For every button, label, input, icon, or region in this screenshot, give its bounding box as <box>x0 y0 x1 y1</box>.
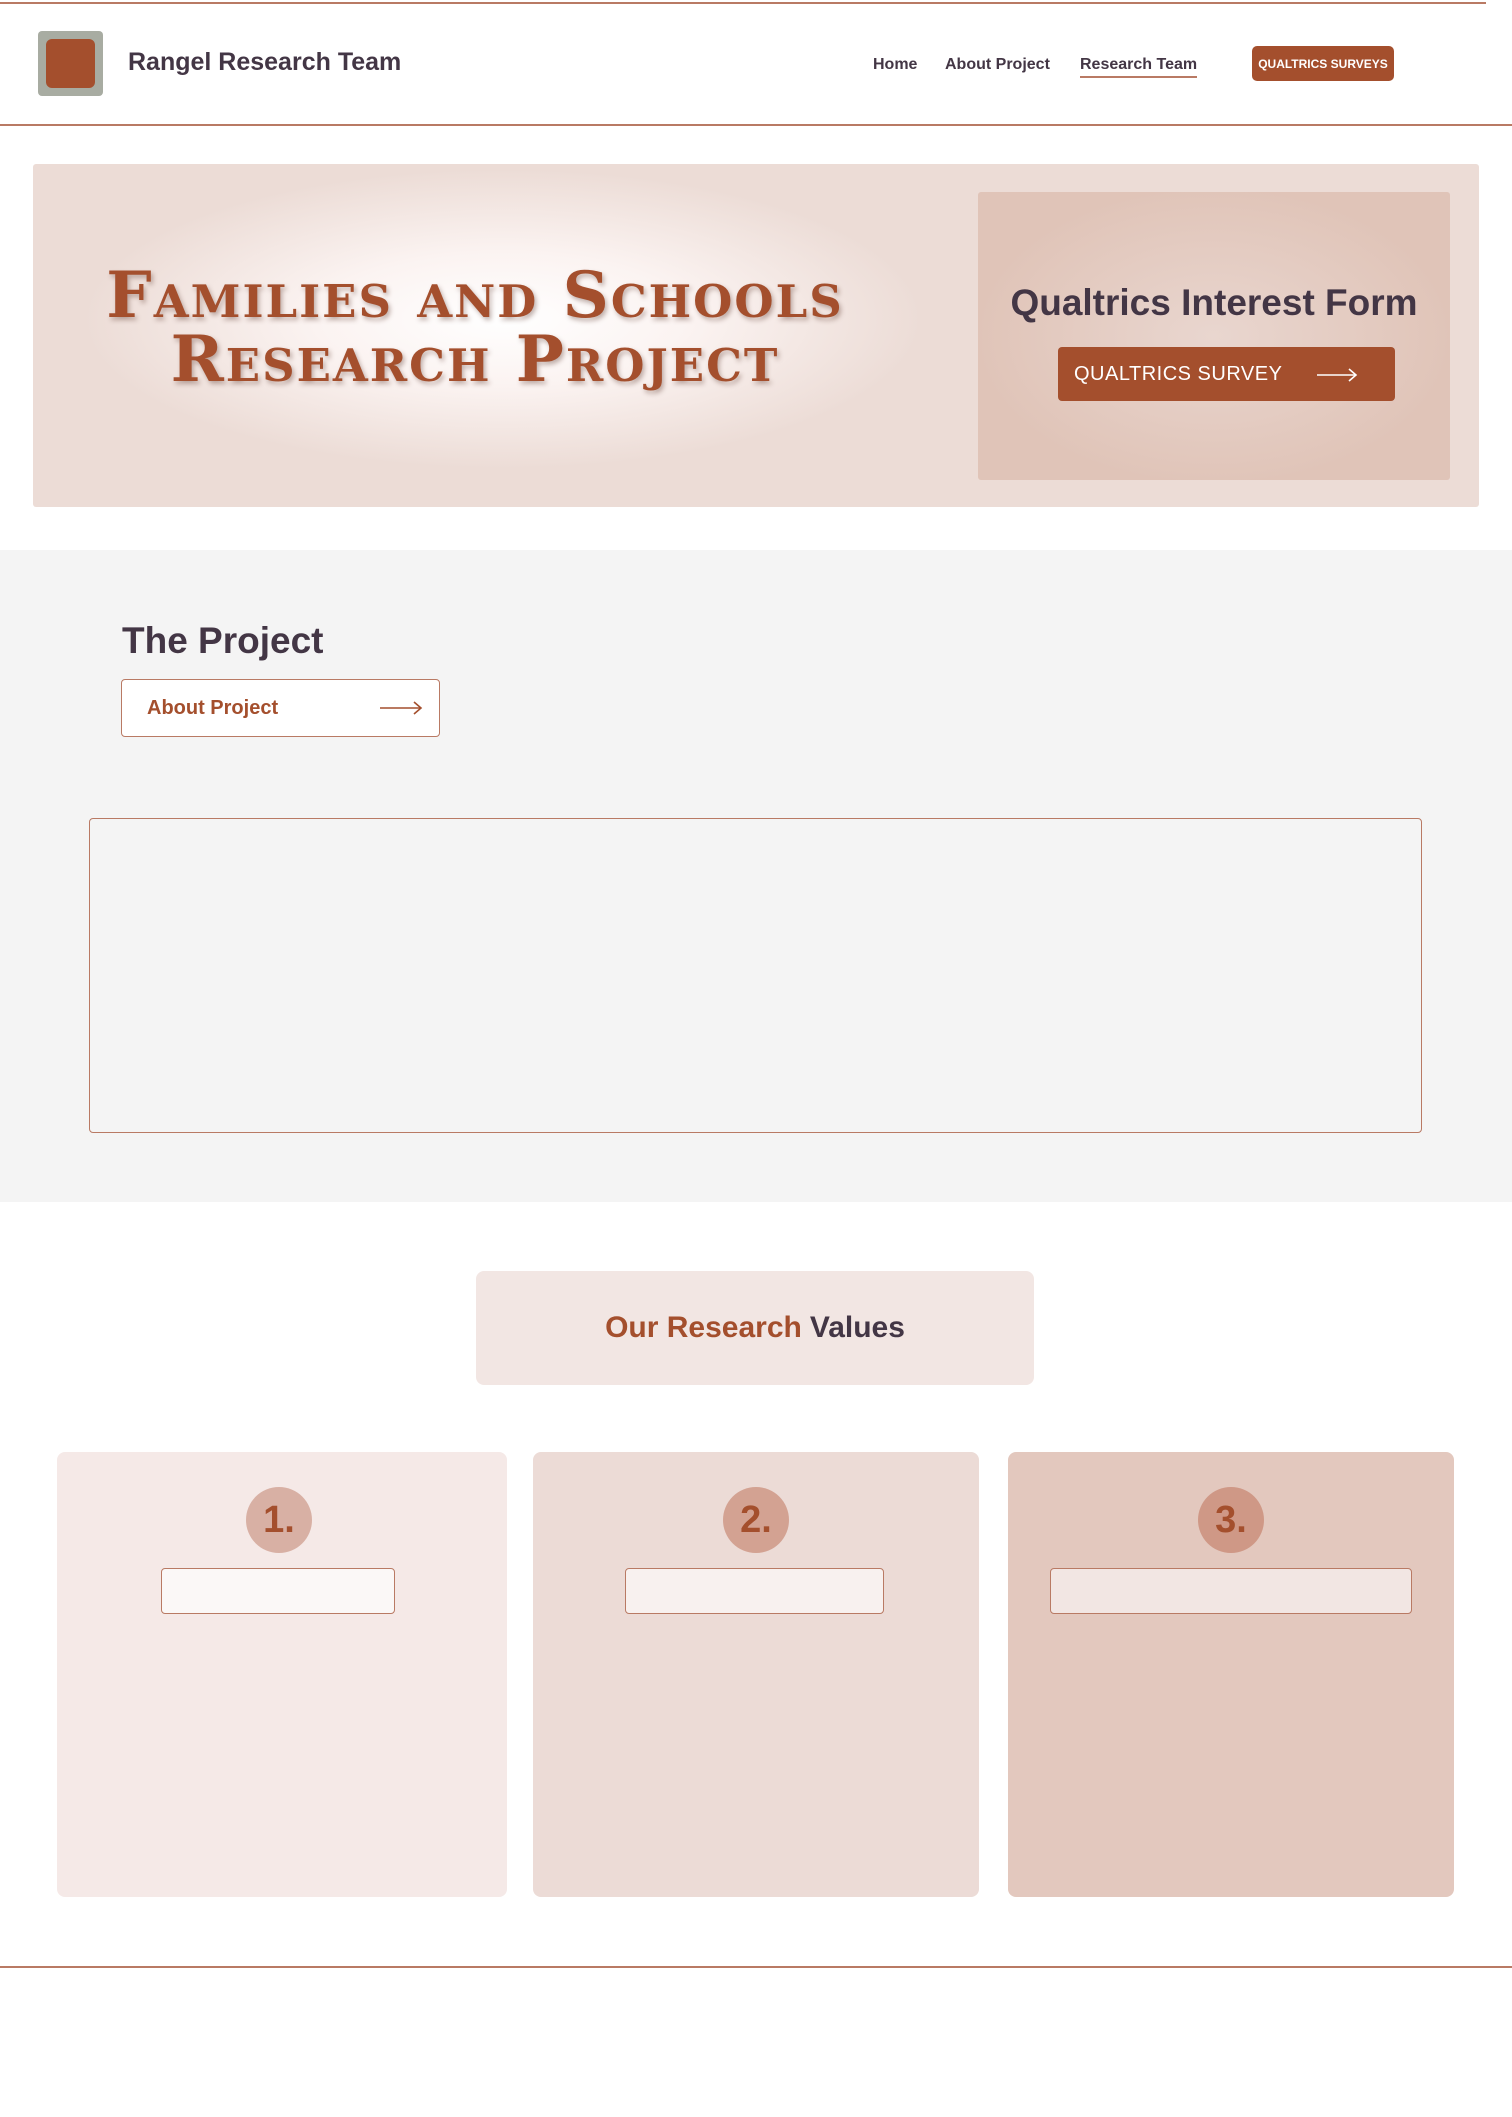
logo-mark <box>46 39 95 88</box>
value-card-3: 3. <box>1008 1452 1454 1897</box>
nav-research-team-link[interactable]: Research Team <box>1080 56 1198 78</box>
footer-divider <box>0 1966 1512 1968</box>
values-heading: Our Research Values <box>476 1271 1034 1385</box>
value-number-badge: 1. <box>246 1487 312 1553</box>
logo-icon[interactable] <box>38 31 103 96</box>
nav-about-project-link[interactable]: About Project <box>945 56 1050 74</box>
values-heading-highlight: Our Research <box>605 1311 802 1344</box>
about-project-label: About Project <box>147 697 279 719</box>
value-title-box <box>625 1568 884 1614</box>
qualtrics-survey-button[interactable]: QUALTRICS SURVEY <box>1058 347 1395 401</box>
hero-title-line-2: Research Project <box>170 322 780 397</box>
site-header: Rangel Research Team Home About Project … <box>0 4 1512 126</box>
qualtrics-surveys-button[interactable]: QUALTRICS SURVEYS <box>1252 46 1394 81</box>
value-card-2: 2. <box>533 1452 979 1897</box>
value-number-badge: 2. <box>723 1487 789 1553</box>
value-title-box <box>161 1568 395 1614</box>
arrow-right-icon <box>380 701 423 715</box>
project-title: The Project <box>122 620 324 661</box>
survey-button-label: QUALTRICS SURVEY <box>1074 363 1283 385</box>
value-title-box <box>1050 1568 1412 1614</box>
project-content-box <box>89 818 1422 1133</box>
interest-form-card: Qualtrics Interest Form QUALTRICS SURVEY <box>978 192 1450 480</box>
interest-form-title: Qualtrics Interest Form <box>1010 282 1418 323</box>
site-title[interactable]: Rangel Research Team <box>128 48 401 77</box>
project-section: The Project About Project <box>0 550 1512 1202</box>
hero-title: Families and Schools Research Project <box>95 264 855 392</box>
hero-banner: Families and Schools Research Project Qu… <box>33 164 1479 507</box>
values-heading-rest: Values <box>809 1311 905 1344</box>
nav-home-link[interactable]: Home <box>873 56 917 74</box>
arrow-right-icon <box>1317 368 1358 382</box>
value-card-1: 1. <box>57 1452 507 1897</box>
about-project-button[interactable]: About Project <box>121 679 440 737</box>
value-number-badge: 3. <box>1198 1487 1264 1553</box>
